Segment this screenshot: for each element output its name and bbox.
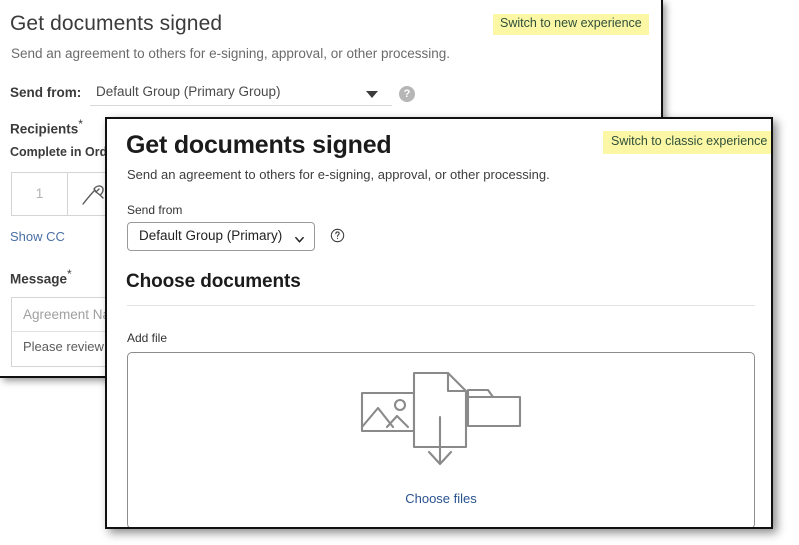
- dropzone-icon-group: [128, 371, 754, 474]
- recipient-order-field[interactable]: 1: [12, 173, 68, 215]
- classic-page-title: Get documents signed: [10, 12, 223, 35]
- signature-pen-icon: [80, 183, 106, 212]
- new-experience-window: Get documents signed Send an agreement t…: [105, 117, 773, 529]
- classic-send-from-dropdown[interactable]: Default Group (Primary Group): [90, 83, 392, 106]
- required-asterisk: *: [67, 267, 72, 281]
- modal-send-from-select[interactable]: Default Group (Primary): [127, 222, 315, 251]
- recipient-order-value: 1: [35, 185, 44, 201]
- folder-icon: [466, 384, 522, 435]
- classic-send-from-row: Send from: Default Group (Primary Group): [10, 83, 430, 107]
- classic-recipients-text: Recipients: [10, 121, 79, 137]
- question-circle-icon[interactable]: [330, 228, 345, 243]
- required-asterisk: *: [78, 117, 83, 131]
- chevron-down-icon: [294, 232, 304, 243]
- modal-page-subtitle: Send an agreement to others for e-signin…: [127, 167, 550, 182]
- modal-page-title: Get documents signed: [126, 131, 392, 159]
- choose-files-link[interactable]: Choose files: [128, 491, 754, 506]
- image-file-icon: [360, 389, 416, 440]
- show-cc-link[interactable]: Show CC: [10, 229, 65, 244]
- classic-send-from-label: Send from:: [10, 85, 82, 100]
- classic-message-label: Message*: [10, 267, 72, 287]
- section-divider: [127, 305, 755, 306]
- choose-documents-heading: Choose documents: [126, 271, 301, 292]
- classic-recipients-label: Recipients*: [10, 117, 83, 137]
- file-dropzone[interactable]: Choose files: [127, 352, 755, 527]
- classic-page-subtitle: Send an agreement to others for e-signin…: [11, 46, 451, 61]
- classic-complete-in-order-label: Complete in Order: [10, 145, 120, 159]
- switch-to-new-experience-button[interactable]: Switch to new experience: [493, 14, 649, 35]
- modal-send-from-value: Default Group (Primary): [139, 228, 283, 243]
- classic-message-text: Message: [10, 271, 68, 287]
- switch-to-classic-experience-button[interactable]: Switch to classic experience: [603, 131, 771, 154]
- help-icon[interactable]: ?: [399, 86, 415, 102]
- add-file-label: Add file: [127, 331, 168, 345]
- classic-send-from-value: Default Group (Primary Group): [96, 84, 281, 99]
- chevron-down-icon: [366, 91, 378, 98]
- screenshot-canvas: Get documents signed Send an agreement t…: [0, 0, 799, 545]
- document-download-icon: [410, 371, 472, 474]
- modal-send-from-label: Send from: [127, 203, 183, 217]
